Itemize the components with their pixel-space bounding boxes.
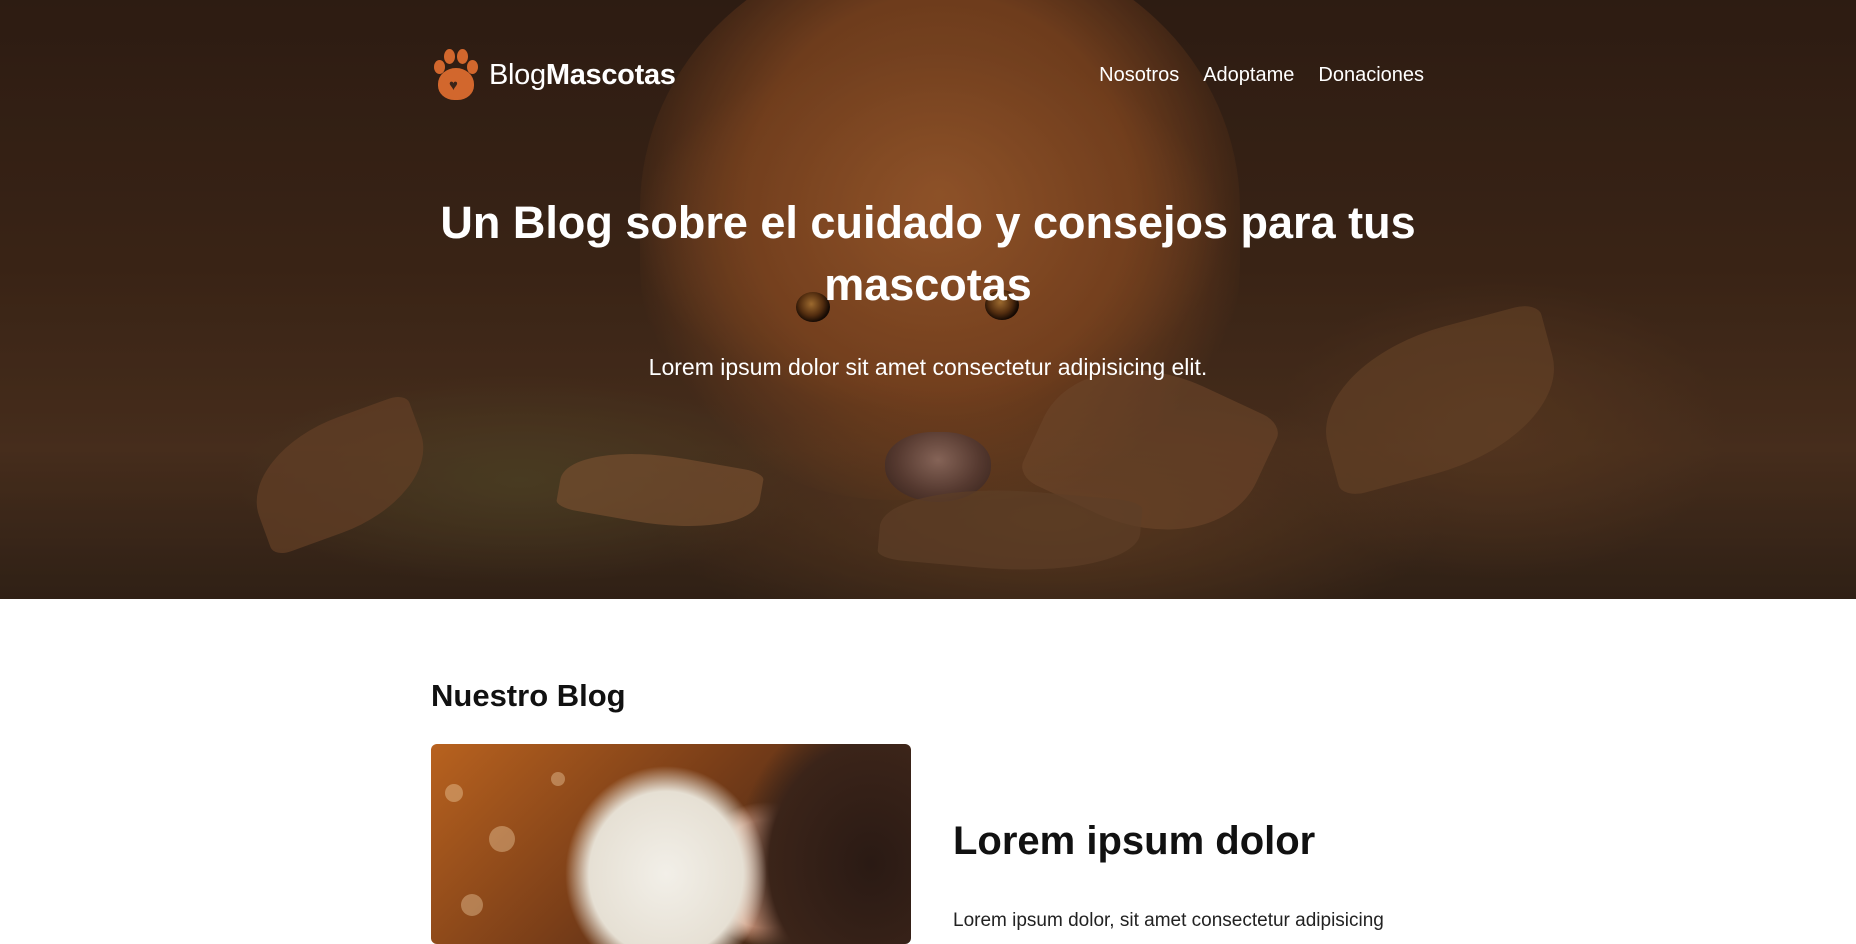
nav-link-nosotros[interactable]: Nosotros bbox=[1099, 64, 1179, 87]
nav-links: Nosotros Adoptame Donaciones bbox=[1099, 45, 1424, 105]
post-excerpt: Lorem ipsum dolor, sit amet consectetur … bbox=[953, 910, 1384, 931]
hero-header: ♥ BlogMascotas Nosotros Adoptame Donacio… bbox=[0, 0, 1856, 599]
paw-icon: ♥ bbox=[431, 48, 481, 102]
hero-subtitle: Lorem ipsum dolor sit amet consectetur a… bbox=[648, 354, 1208, 380]
post-image[interactable] bbox=[431, 744, 911, 944]
post-title[interactable]: Lorem ipsum dolor bbox=[953, 819, 1315, 864]
logo-text: BlogMascotas bbox=[489, 58, 676, 91]
top-nav: ♥ BlogMascotas Nosotros Adoptame Donacio… bbox=[431, 45, 1424, 105]
nav-link-adoptame[interactable]: Adoptame bbox=[1203, 64, 1294, 87]
hero-title: Un Blog sobre el cuidado y consejos para… bbox=[440, 197, 1416, 310]
logo-link[interactable]: ♥ BlogMascotas bbox=[431, 45, 676, 105]
nav-link-donaciones[interactable]: Donaciones bbox=[1318, 64, 1424, 87]
section-title: Nuestro Blog bbox=[431, 678, 626, 713]
